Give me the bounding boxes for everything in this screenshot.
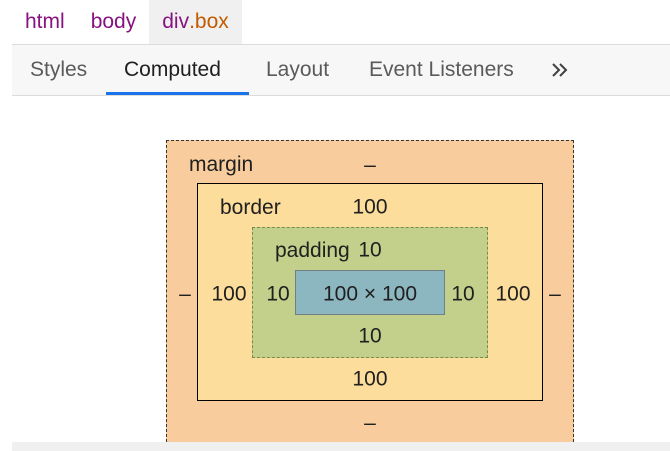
breadcrumb-tag: div [162,10,190,33]
margin-label: margin [189,153,254,176]
tab-styles[interactable]: Styles [30,45,87,95]
breadcrumb: html body div .box [12,0,242,44]
breadcrumb-item-body[interactable]: body [78,0,150,44]
border-left-value[interactable]: 100 [211,284,246,305]
tab-layout[interactable]: Layout [266,45,329,95]
padding-label: padding [275,239,350,262]
double-chevron-right-icon[interactable] [550,45,570,95]
breadcrumb-item-div-box[interactable]: div .box [149,0,242,44]
border-right-value[interactable]: 100 [495,284,530,305]
horizontal-scrollbar[interactable] [12,442,670,451]
margin-top-value[interactable]: – [364,155,376,176]
padding-bottom-value[interactable]: 10 [358,326,381,347]
border-label: border [220,196,281,219]
breadcrumb-tag: html [25,10,65,33]
margin-right-value[interactable]: – [549,284,561,305]
padding-top-value[interactable]: 10 [358,240,381,261]
tab-computed[interactable]: Computed [124,45,221,95]
margin-bottom-value[interactable]: – [364,413,376,434]
breadcrumb-class: .box [189,10,229,33]
tab-bar: Styles Computed Layout Event Listeners [12,44,670,96]
tab-event-listeners[interactable]: Event Listeners [369,45,514,95]
padding-right-value[interactable]: 10 [451,284,474,305]
border-bottom-value[interactable]: 100 [352,369,387,390]
breadcrumb-item-html[interactable]: html [12,0,78,44]
padding-left-value[interactable]: 10 [266,284,289,305]
active-tab-indicator [106,92,249,95]
border-top-value[interactable]: 100 [352,197,387,218]
content-size[interactable]: 100 × 100 [323,284,417,305]
margin-left-value[interactable]: – [179,284,191,305]
breadcrumb-tag: body [90,10,137,33]
